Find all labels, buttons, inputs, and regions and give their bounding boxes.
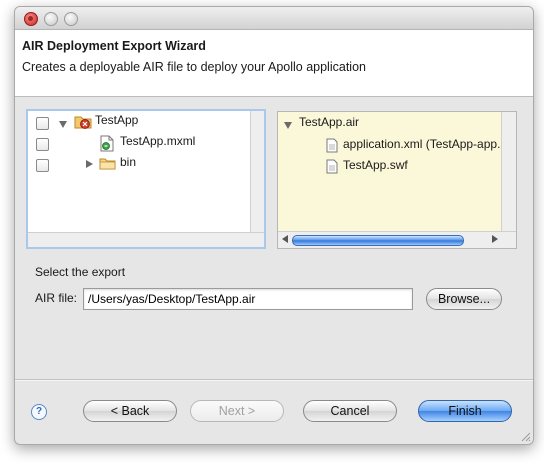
project-tree-panel: TestApp TestApp.mxml bin	[26, 109, 266, 249]
left-vertical-scrollbar[interactable]	[250, 111, 264, 233]
testapp-mxml-checkbox[interactable]	[36, 138, 49, 151]
air-contents-panel: TestApp.air application.xml (TestApp-app…	[277, 111, 517, 249]
expand-triangle-icon[interactable]	[284, 122, 292, 129]
zoom-window-button[interactable]	[64, 12, 78, 26]
footer-divider	[15, 379, 533, 381]
tree-item-testapp-air[interactable]: TestApp.air	[299, 115, 359, 129]
air-file-label: AIR file:	[35, 291, 78, 305]
horizontal-scroll-thumb[interactable]	[292, 235, 464, 246]
bin-checkbox[interactable]	[36, 159, 49, 172]
wizard-title: AIR Deployment Export Wizard	[22, 39, 206, 53]
document-icon	[326, 159, 338, 174]
wizard-header: AIR Deployment Export Wizard Creates a d…	[15, 30, 533, 97]
browse-button[interactable]: Browse...	[426, 288, 502, 310]
wizard-window: AIR Deployment Export Wizard Creates a d…	[14, 6, 534, 445]
wizard-subtitle: Creates a deployable AIR file to deploy …	[22, 60, 366, 74]
tree-item-application-xml[interactable]: application.xml (TestApp-app.	[343, 137, 501, 151]
testapp-checkbox[interactable]	[36, 117, 49, 130]
folder-icon	[99, 158, 116, 170]
back-button[interactable]: < Back	[83, 400, 177, 422]
air-file-input[interactable]	[83, 288, 413, 310]
scroll-left-arrow-icon[interactable]	[282, 235, 288, 243]
mxml-file-icon	[100, 135, 114, 152]
tree-item-bin[interactable]: bin	[120, 155, 136, 169]
help-icon[interactable]: ?	[31, 404, 47, 420]
select-export-label: Select the export	[35, 265, 126, 279]
right-horizontal-scrollbar[interactable]	[278, 231, 516, 248]
right-vertical-scrollbar[interactable]	[501, 112, 516, 232]
tree-item-testapp[interactable]: TestApp	[95, 113, 138, 127]
document-icon	[326, 138, 338, 153]
title-bar	[15, 7, 533, 30]
next-button[interactable]: Next >	[190, 400, 284, 422]
collapse-triangle-icon[interactable]	[86, 160, 93, 168]
tree-item-testapp-mxml[interactable]: TestApp.mxml	[120, 134, 195, 148]
close-window-button[interactable]	[24, 12, 38, 26]
minimize-window-button[interactable]	[44, 12, 58, 26]
project-folder-icon	[74, 116, 92, 129]
cancel-button[interactable]: Cancel	[303, 400, 397, 422]
scroll-right-arrow-icon[interactable]	[492, 235, 498, 243]
resize-grip-icon[interactable]	[519, 430, 531, 442]
finish-button[interactable]: Finish	[418, 400, 512, 422]
tree-item-testapp-swf[interactable]: TestApp.swf	[343, 158, 408, 172]
left-horizontal-scrollbar[interactable]	[28, 232, 264, 247]
expand-triangle-icon[interactable]	[59, 121, 67, 128]
